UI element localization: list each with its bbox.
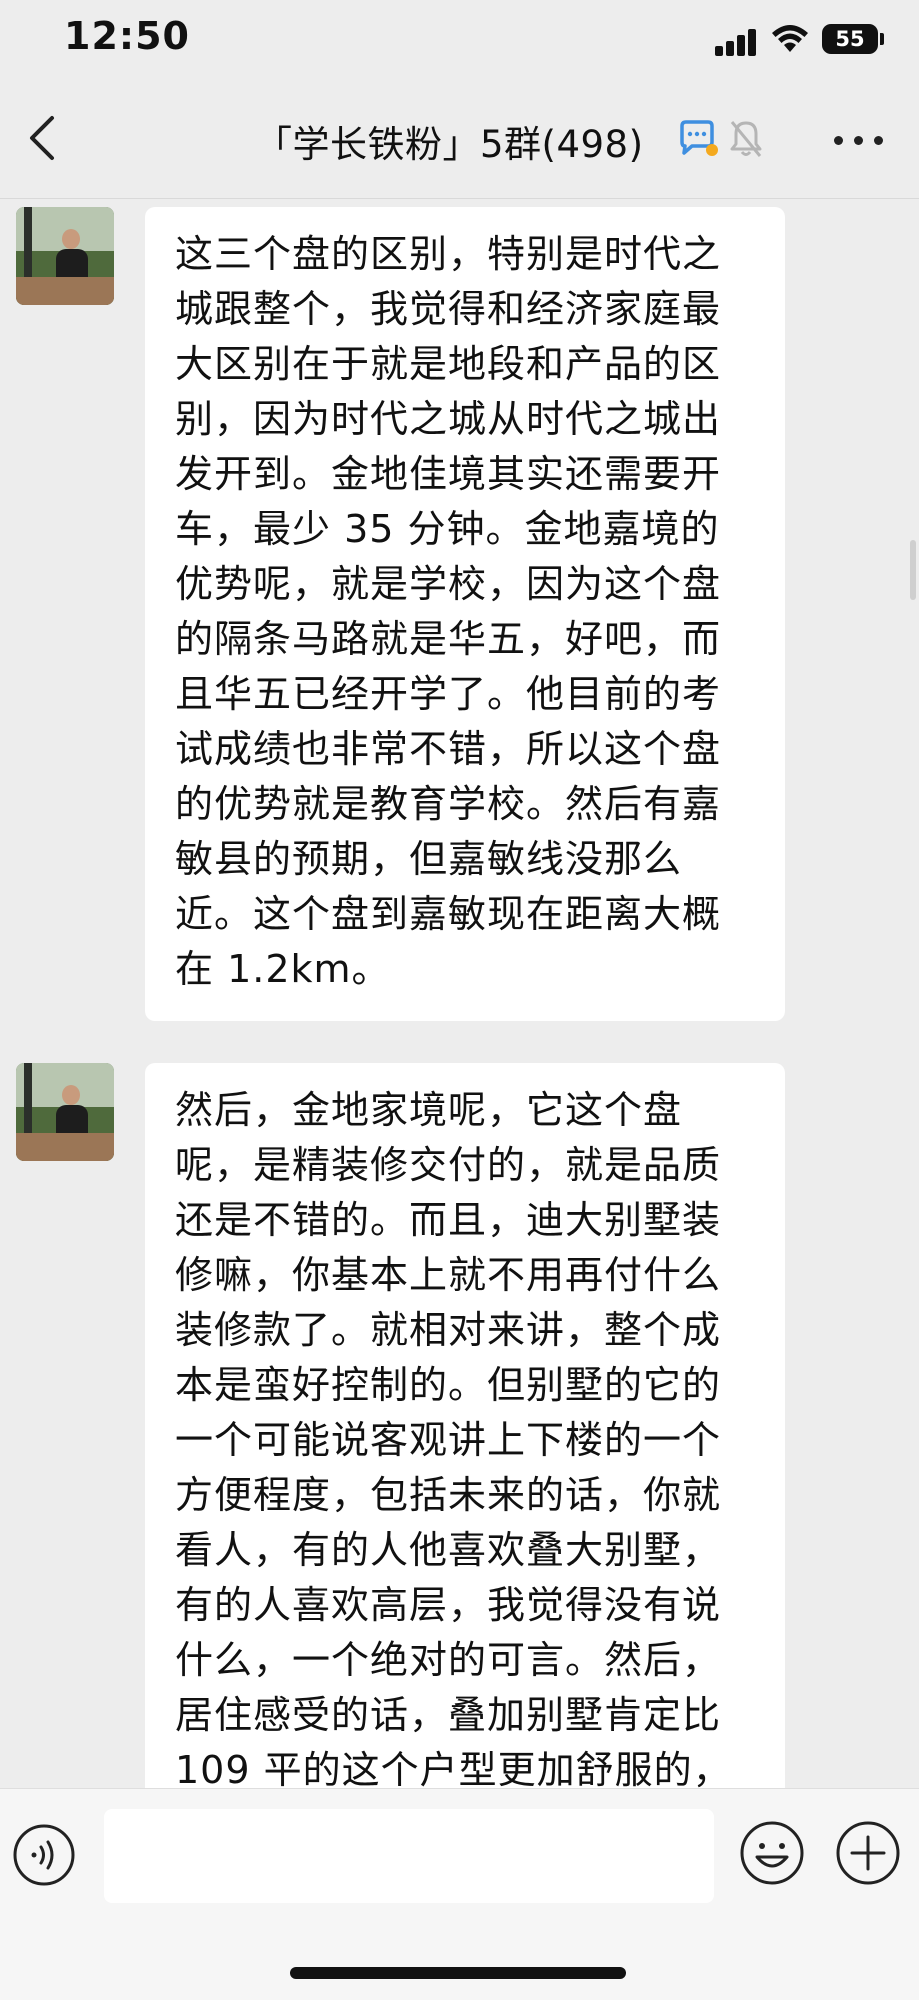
battery-indicator: 55 — [822, 24, 878, 54]
avatar[interactable] — [16, 1063, 114, 1161]
chat-title[interactable]: 「学长铁粉」5群(498) — [255, 114, 644, 168]
bell-muted-icon — [730, 121, 762, 157]
avatar[interactable] — [16, 207, 114, 305]
wifi-icon — [772, 25, 808, 52]
chat-bubble-icon — [680, 120, 718, 156]
emoji-icon[interactable] — [738, 1819, 806, 1887]
message-input-bar — [0, 1788, 919, 2000]
plus-icon[interactable] — [834, 1819, 902, 1887]
chat-message-list[interactable]: 这三个盘的区别，特别是时代之城跟整个，我觉得和经济家庭最大区别在于就是地段和产品… — [0, 199, 919, 1788]
message-input[interactable] — [104, 1809, 714, 1903]
voice-icon[interactable] — [12, 1823, 76, 1887]
battery-tip — [880, 33, 884, 45]
status-time: 12:50 — [64, 14, 190, 58]
message-bubble[interactable]: 这三个盘的区别，特别是时代之城跟整个，我觉得和经济家庭最大区别在于就是地段和产品… — [145, 207, 785, 1021]
chat-header: 「学长铁粉」5群(498) — [0, 80, 919, 199]
status-bar: 12:50 55 — [0, 0, 919, 80]
chevron-left-icon[interactable] — [20, 110, 70, 166]
message-bubble[interactable]: 然后，金地家境呢，它这个盘呢，是精装修交付的，就是品质还是不错的。而且，迪大别墅… — [145, 1063, 785, 1788]
more-icon[interactable] — [830, 132, 890, 148]
home-indicator — [290, 1967, 626, 1979]
cellular-signal-icon — [715, 28, 756, 56]
